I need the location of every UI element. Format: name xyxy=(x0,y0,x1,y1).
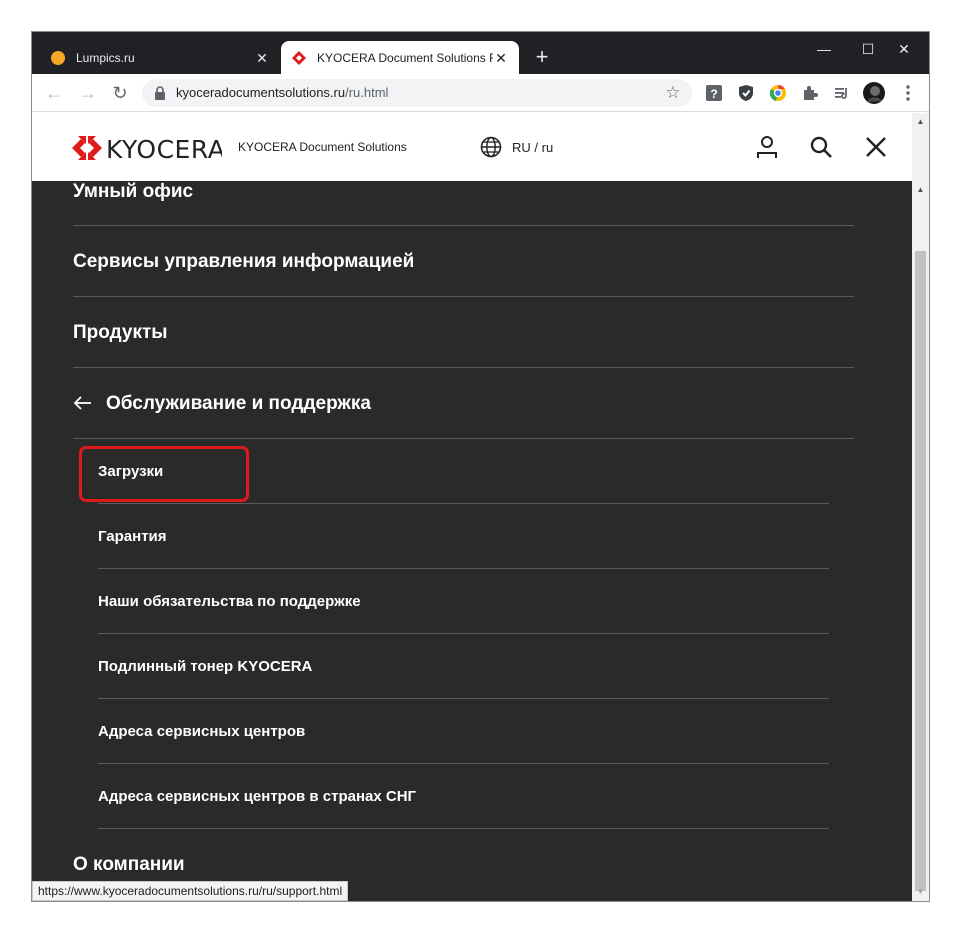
kyocera-icon xyxy=(292,50,306,65)
downloads-highlight-frame xyxy=(79,446,249,502)
site-header: KYOCERA KYOCERA Document Solutions RU / … xyxy=(32,113,912,181)
divider xyxy=(73,296,854,297)
question-extension-icon[interactable]: ? xyxy=(704,83,724,103)
puzzle-icon[interactable] xyxy=(800,83,820,103)
menu-item-service-support[interactable]: Обслуживание и поддержка xyxy=(106,393,806,415)
browser-toolbar: ← → ↻ kyoceradocumentsolutions.ru/ru.htm… xyxy=(32,74,929,112)
shield-extension-icon[interactable] xyxy=(736,83,756,103)
main-menu: Умный офис Сервисы управления информацие… xyxy=(32,181,912,901)
tab-lumpics[interactable]: Lumpics.ru ✕ xyxy=(40,41,280,74)
divider xyxy=(98,828,829,829)
svg-text:KYOCERA: KYOCERA xyxy=(106,135,222,163)
url-path: /ru.html xyxy=(345,85,389,100)
close-menu-icon[interactable] xyxy=(863,134,889,160)
tab-title: Lumpics.ru xyxy=(76,50,135,65)
divider xyxy=(73,438,854,439)
menu-dots-icon[interactable] xyxy=(898,83,918,103)
lock-icon xyxy=(155,86,165,100)
chrome-extension-icon[interactable] xyxy=(768,83,788,103)
close-window-button[interactable]: ✕ xyxy=(882,38,926,60)
forward-button[interactable]: → xyxy=(76,81,100,105)
user-account-icon[interactable] xyxy=(754,134,780,160)
submenu-item-genuine-toner[interactable]: Подлинный тонер KYOCERA xyxy=(98,658,312,675)
bookmark-star-icon[interactable]: ☆ xyxy=(662,82,684,104)
divider xyxy=(73,225,854,226)
tab-kyocera[interactable]: KYOCERA Document Solutions R ✕ xyxy=(281,41,519,74)
language-label: RU / ru xyxy=(512,139,554,155)
globe-icon xyxy=(480,136,502,158)
back-arrow-icon[interactable] xyxy=(73,393,93,413)
divider xyxy=(98,763,829,764)
close-tab-icon[interactable]: ✕ xyxy=(254,50,270,66)
scroll-up-icon[interactable]: ▲ xyxy=(912,113,929,130)
divider xyxy=(98,568,829,569)
menu-item-information-services[interactable]: Сервисы управления информацией xyxy=(73,251,854,273)
submenu-item-service-centers[interactable]: Адреса сервисных центров xyxy=(98,723,305,740)
submenu-item-cis-service-centers[interactable]: Адреса сервисных центров в странах СНГ xyxy=(98,788,416,805)
brand-subtitle: KYOCERA Document Solutions xyxy=(238,140,407,154)
minimize-window-button[interactable]: — xyxy=(802,38,846,60)
tab-title: KYOCERA Document Solutions R xyxy=(317,50,493,65)
url-host: kyoceradocumentsolutions.ru xyxy=(176,85,346,100)
menu-item-about[interactable]: О компании xyxy=(73,854,854,876)
divider xyxy=(98,503,829,504)
language-selector[interactable]: RU / ru xyxy=(480,136,553,158)
address-bar[interactable]: kyoceradocumentsolutions.ru/ru.html ☆ xyxy=(142,79,692,107)
link-status-bar: https://www.kyoceradocumentsolutions.ru/… xyxy=(32,881,349,901)
page-scrollbar[interactable]: ▲ xyxy=(912,113,929,181)
menu-item-smart-office[interactable]: Умный офис xyxy=(73,181,854,203)
profile-avatar-icon[interactable] xyxy=(863,82,885,104)
url-text: kyoceradocumentsolutions.ru/ru.html xyxy=(176,85,388,100)
kyocera-logo[interactable]: KYOCERA xyxy=(72,133,222,163)
media-queue-icon[interactable] xyxy=(832,83,852,103)
new-tab-button[interactable]: + xyxy=(530,45,554,69)
orange-circle-icon xyxy=(51,50,65,65)
menu-scrollbar[interactable]: ▲ ▼ xyxy=(912,181,929,901)
reload-button[interactable]: ↻ xyxy=(108,81,132,105)
web-page: KYOCERA KYOCERA Document Solutions RU / … xyxy=(32,113,929,901)
back-button[interactable]: ← xyxy=(42,81,66,105)
divider xyxy=(73,367,854,368)
divider xyxy=(98,633,829,634)
submenu-item-warranty[interactable]: Гарантия xyxy=(98,528,167,545)
tab-strip: Lumpics.ru ✕ KYOCERA Document Solutions … xyxy=(32,32,929,74)
scroll-down-icon[interactable]: ▼ xyxy=(912,885,929,899)
menu-item-products[interactable]: Продукты xyxy=(73,322,854,344)
close-tab-icon[interactable]: ✕ xyxy=(493,50,509,66)
scrollbar-thumb[interactable] xyxy=(915,251,926,891)
svg-text:?: ? xyxy=(710,87,717,101)
divider xyxy=(98,698,829,699)
submenu-item-support-commitments[interactable]: Наши обязательства по поддержке xyxy=(98,593,361,610)
search-icon[interactable] xyxy=(808,134,834,160)
browser-window: Lumpics.ru ✕ KYOCERA Document Solutions … xyxy=(32,32,929,901)
scroll-up-icon[interactable]: ▲ xyxy=(912,183,929,197)
